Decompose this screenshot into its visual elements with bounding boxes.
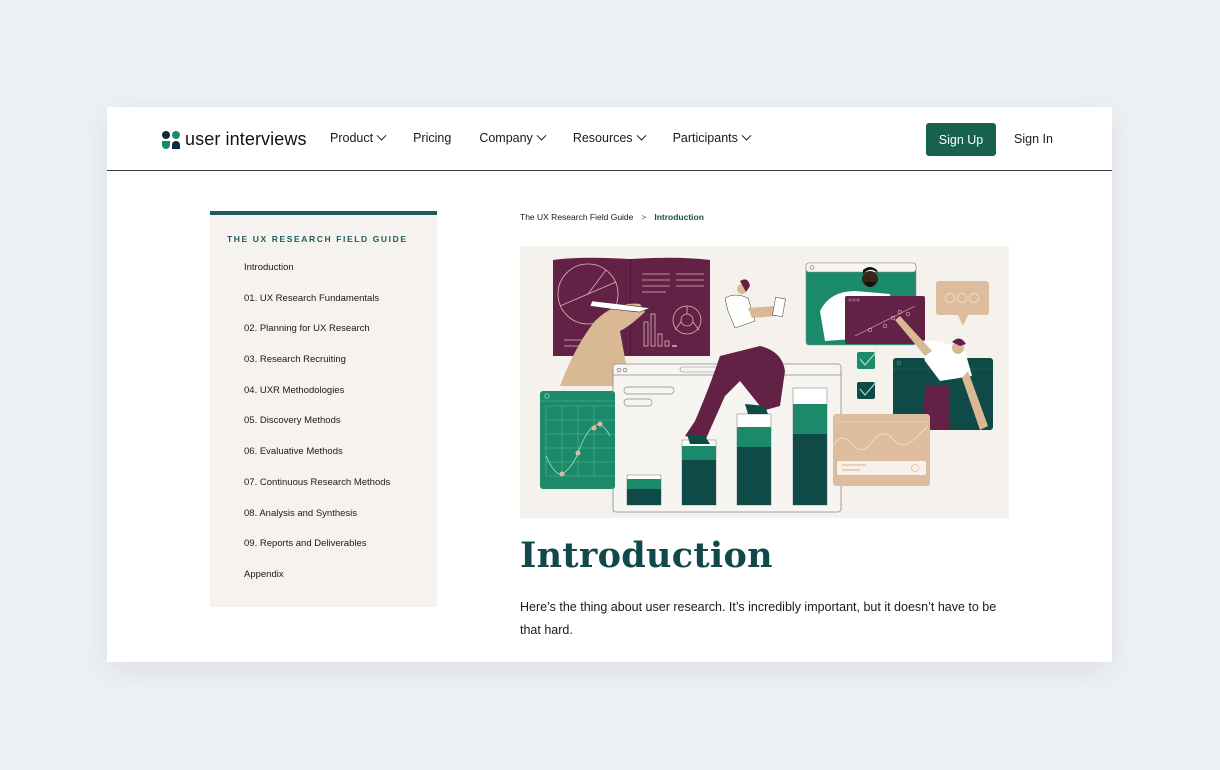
sidebar-item-introduction[interactable]: Introduction — [244, 260, 390, 291]
line-graph-window — [540, 391, 615, 489]
sidebar-item-fundamentals[interactable]: 01. UX Research Fundamentals — [244, 291, 390, 322]
nav-item-participants[interactable]: Participants — [672, 130, 752, 145]
sidebar-item-methodologies[interactable]: 04. UXR Methodologies — [244, 383, 390, 414]
logo-text: user interviews — [185, 129, 307, 149]
nav-item-product[interactable]: Product — [330, 130, 387, 145]
sign-in-link[interactable]: Sign In — [1014, 132, 1053, 146]
guide-sidebar: THE UX RESEARCH FIELD GUIDE Introduction… — [210, 211, 437, 607]
intro-paragraph: Here’s the thing about user research. It… — [520, 600, 997, 637]
ux-research-illustration-icon — [540, 257, 993, 513]
breadcrumb-separator: > — [641, 212, 647, 222]
sidebar-list: Introduction 01. UX Research Fundamental… — [244, 260, 390, 598]
dark-window-illustration — [893, 316, 993, 430]
chevron-down-icon — [636, 130, 647, 141]
checkbox-icons — [857, 349, 879, 399]
nav-label: Product — [330, 131, 374, 145]
sidebar-item-evaluative[interactable]: 06. Evaluative Methods — [244, 444, 390, 475]
chevron-down-icon — [741, 130, 752, 141]
breadcrumb-parent-link[interactable]: The UX Research Field Guide — [520, 212, 633, 222]
breadcrumb: The UX Research Field Guide > Introducti… — [520, 212, 704, 222]
logo-icon — [162, 130, 180, 149]
page-title: Introduction — [520, 535, 773, 576]
nav-label: Resources — [572, 131, 633, 145]
logo[interactable]: user interviews — [162, 129, 307, 150]
nav-item-resources[interactable]: Resources — [572, 130, 647, 145]
sidebar-item-continuous[interactable]: 07. Continuous Research Methods — [244, 475, 390, 506]
chevron-down-icon — [536, 130, 547, 141]
sidebar-item-analysis[interactable]: 08. Analysis and Synthesis — [244, 506, 390, 537]
top-navigation: user interviews Product Pricing Company … — [107, 107, 1112, 171]
breadcrumb-current: Introduction — [654, 212, 704, 222]
nav-item-pricing[interactable]: Pricing — [413, 131, 451, 145]
sidebar-item-reports[interactable]: 09. Reports and Deliverables — [244, 536, 390, 567]
sidebar-item-planning[interactable]: 02. Planning for UX Research — [244, 321, 390, 352]
sidebar-item-recruiting[interactable]: 03. Research Recruiting — [244, 352, 390, 383]
sidebar-item-appendix[interactable]: Appendix — [244, 567, 390, 598]
nav-menu: Product Pricing Company Resources Partic… — [330, 130, 778, 145]
sign-up-button[interactable]: Sign Up — [926, 123, 996, 156]
speech-bubble-icon — [936, 281, 989, 326]
sidebar-title: THE UX RESEARCH FIELD GUIDE — [227, 234, 408, 244]
sidebar-item-discovery[interactable]: 05. Discovery Methods — [244, 413, 390, 444]
chevron-down-icon — [376, 130, 387, 141]
nav-label: Participants — [672, 131, 738, 145]
page-card: user interviews Product Pricing Company … — [107, 107, 1112, 662]
hero-illustration — [520, 246, 1009, 518]
nav-item-company[interactable]: Company — [479, 130, 547, 145]
nav-label: Company — [479, 131, 533, 145]
wave-chart-card — [832, 414, 930, 486]
nav-label: Pricing — [413, 131, 452, 145]
